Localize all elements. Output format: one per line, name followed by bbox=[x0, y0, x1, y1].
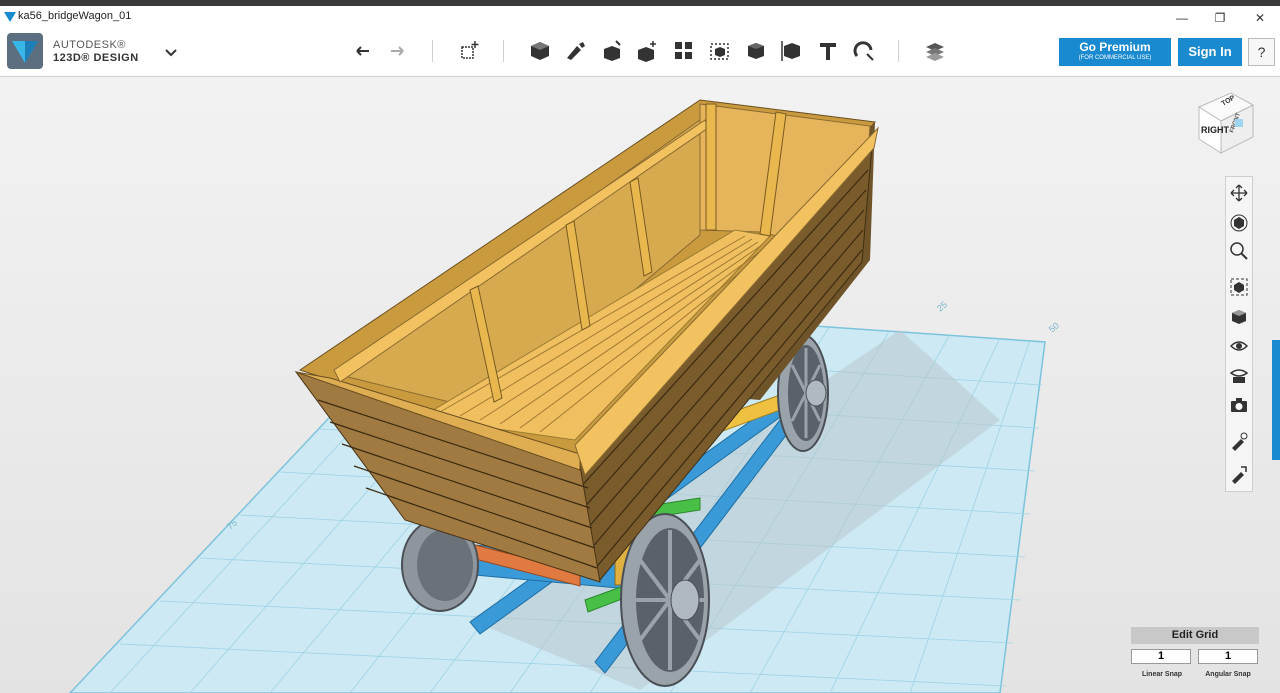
redo-icon[interactable] bbox=[385, 38, 411, 64]
transform-icon[interactable] bbox=[456, 38, 482, 64]
measure-icon[interactable] bbox=[779, 38, 805, 64]
restore-button[interactable]: ❐ bbox=[1200, 7, 1240, 29]
minimize-button[interactable]: — bbox=[1162, 7, 1202, 29]
go-premium-button[interactable]: Go Premium (FOR COMMERCIAL USE) bbox=[1059, 38, 1171, 66]
angular-snap-input[interactable]: 1 bbox=[1198, 649, 1258, 664]
viewcube-home-icon[interactable] bbox=[1235, 119, 1243, 127]
materials-outlines-icon[interactable] bbox=[1229, 365, 1249, 385]
sketch-icon[interactable] bbox=[563, 38, 589, 64]
main-toolbar: AUTODESK® 123D® DESIGN Go Premium (FOR C… bbox=[0, 30, 1280, 77]
group-icon[interactable] bbox=[707, 38, 733, 64]
pattern-icon[interactable] bbox=[671, 38, 697, 64]
pan-icon[interactable] bbox=[1229, 183, 1249, 203]
fit-icon[interactable] bbox=[1229, 277, 1249, 297]
combine-icon[interactable] bbox=[743, 38, 769, 64]
angular-snap-label: Angular Snap bbox=[1205, 671, 1251, 678]
premium-sublabel: (FOR COMMERCIAL USE) bbox=[1078, 55, 1152, 61]
material-icon[interactable] bbox=[922, 38, 948, 64]
grid-settings-panel: Edit Grid 1 1 Linear Snap Angular Snap bbox=[1131, 627, 1259, 689]
edit-grid-button[interactable]: Edit Grid bbox=[1131, 627, 1259, 644]
window-title: ka56_bridgeWagon_01 bbox=[18, 10, 132, 22]
viewcube-right-label[interactable]: RIGHT bbox=[1201, 125, 1230, 135]
grid-label-mid: 25 bbox=[935, 299, 949, 313]
view-icon[interactable] bbox=[1229, 307, 1249, 327]
premium-label: Go Premium bbox=[1079, 40, 1151, 54]
chevron-down-icon[interactable] bbox=[163, 44, 179, 60]
close-button[interactable]: ✕ bbox=[1240, 7, 1280, 29]
view-cube[interactable]: TOP RIGHT FRONT bbox=[1195, 89, 1257, 157]
front-left-wheel[interactable] bbox=[620, 513, 710, 687]
screenshot-icon[interactable] bbox=[1229, 395, 1249, 415]
orbit-icon[interactable] bbox=[1229, 212, 1249, 232]
zoom-icon[interactable] bbox=[1229, 241, 1249, 261]
linear-snap-label: Linear Snap bbox=[1141, 671, 1183, 678]
heatmap-icon[interactable] bbox=[1229, 464, 1249, 484]
help-button[interactable]: ? bbox=[1248, 38, 1275, 66]
title-bar: ka56_bridgeWagon_01 — ❐ ✕ bbox=[0, 0, 1280, 30]
construct-icon[interactable] bbox=[599, 38, 625, 64]
grid-label-far: 50 bbox=[1047, 320, 1061, 334]
physical-material-icon[interactable] bbox=[1229, 431, 1249, 451]
sign-in-button[interactable]: Sign In bbox=[1178, 38, 1242, 66]
modify-icon[interactable] bbox=[635, 38, 661, 64]
side-panel-tab[interactable] bbox=[1272, 340, 1280, 460]
app-logo-icon[interactable] bbox=[7, 33, 43, 69]
snap-icon[interactable] bbox=[851, 38, 877, 64]
toolbar-separator bbox=[898, 40, 899, 62]
app-logo-icon bbox=[4, 12, 16, 22]
toolbar-separator bbox=[432, 40, 433, 62]
text-icon[interactable] bbox=[815, 38, 841, 64]
brand-company: AUTODESK® bbox=[53, 39, 126, 51]
toolbar-separator bbox=[503, 40, 504, 62]
visibility-icon[interactable] bbox=[1229, 336, 1249, 356]
primitives-icon[interactable] bbox=[527, 38, 553, 64]
scene-canvas[interactable]: 75 25 50 bbox=[0, 77, 1280, 693]
3d-viewport[interactable]: 75 25 50 TOP RIGHT FRONT bbox=[0, 77, 1280, 693]
undo-icon[interactable] bbox=[349, 38, 375, 64]
navigation-bar bbox=[1225, 176, 1253, 492]
brand-product: 123D® DESIGN bbox=[53, 52, 139, 64]
linear-snap-input[interactable]: 1 bbox=[1131, 649, 1191, 664]
